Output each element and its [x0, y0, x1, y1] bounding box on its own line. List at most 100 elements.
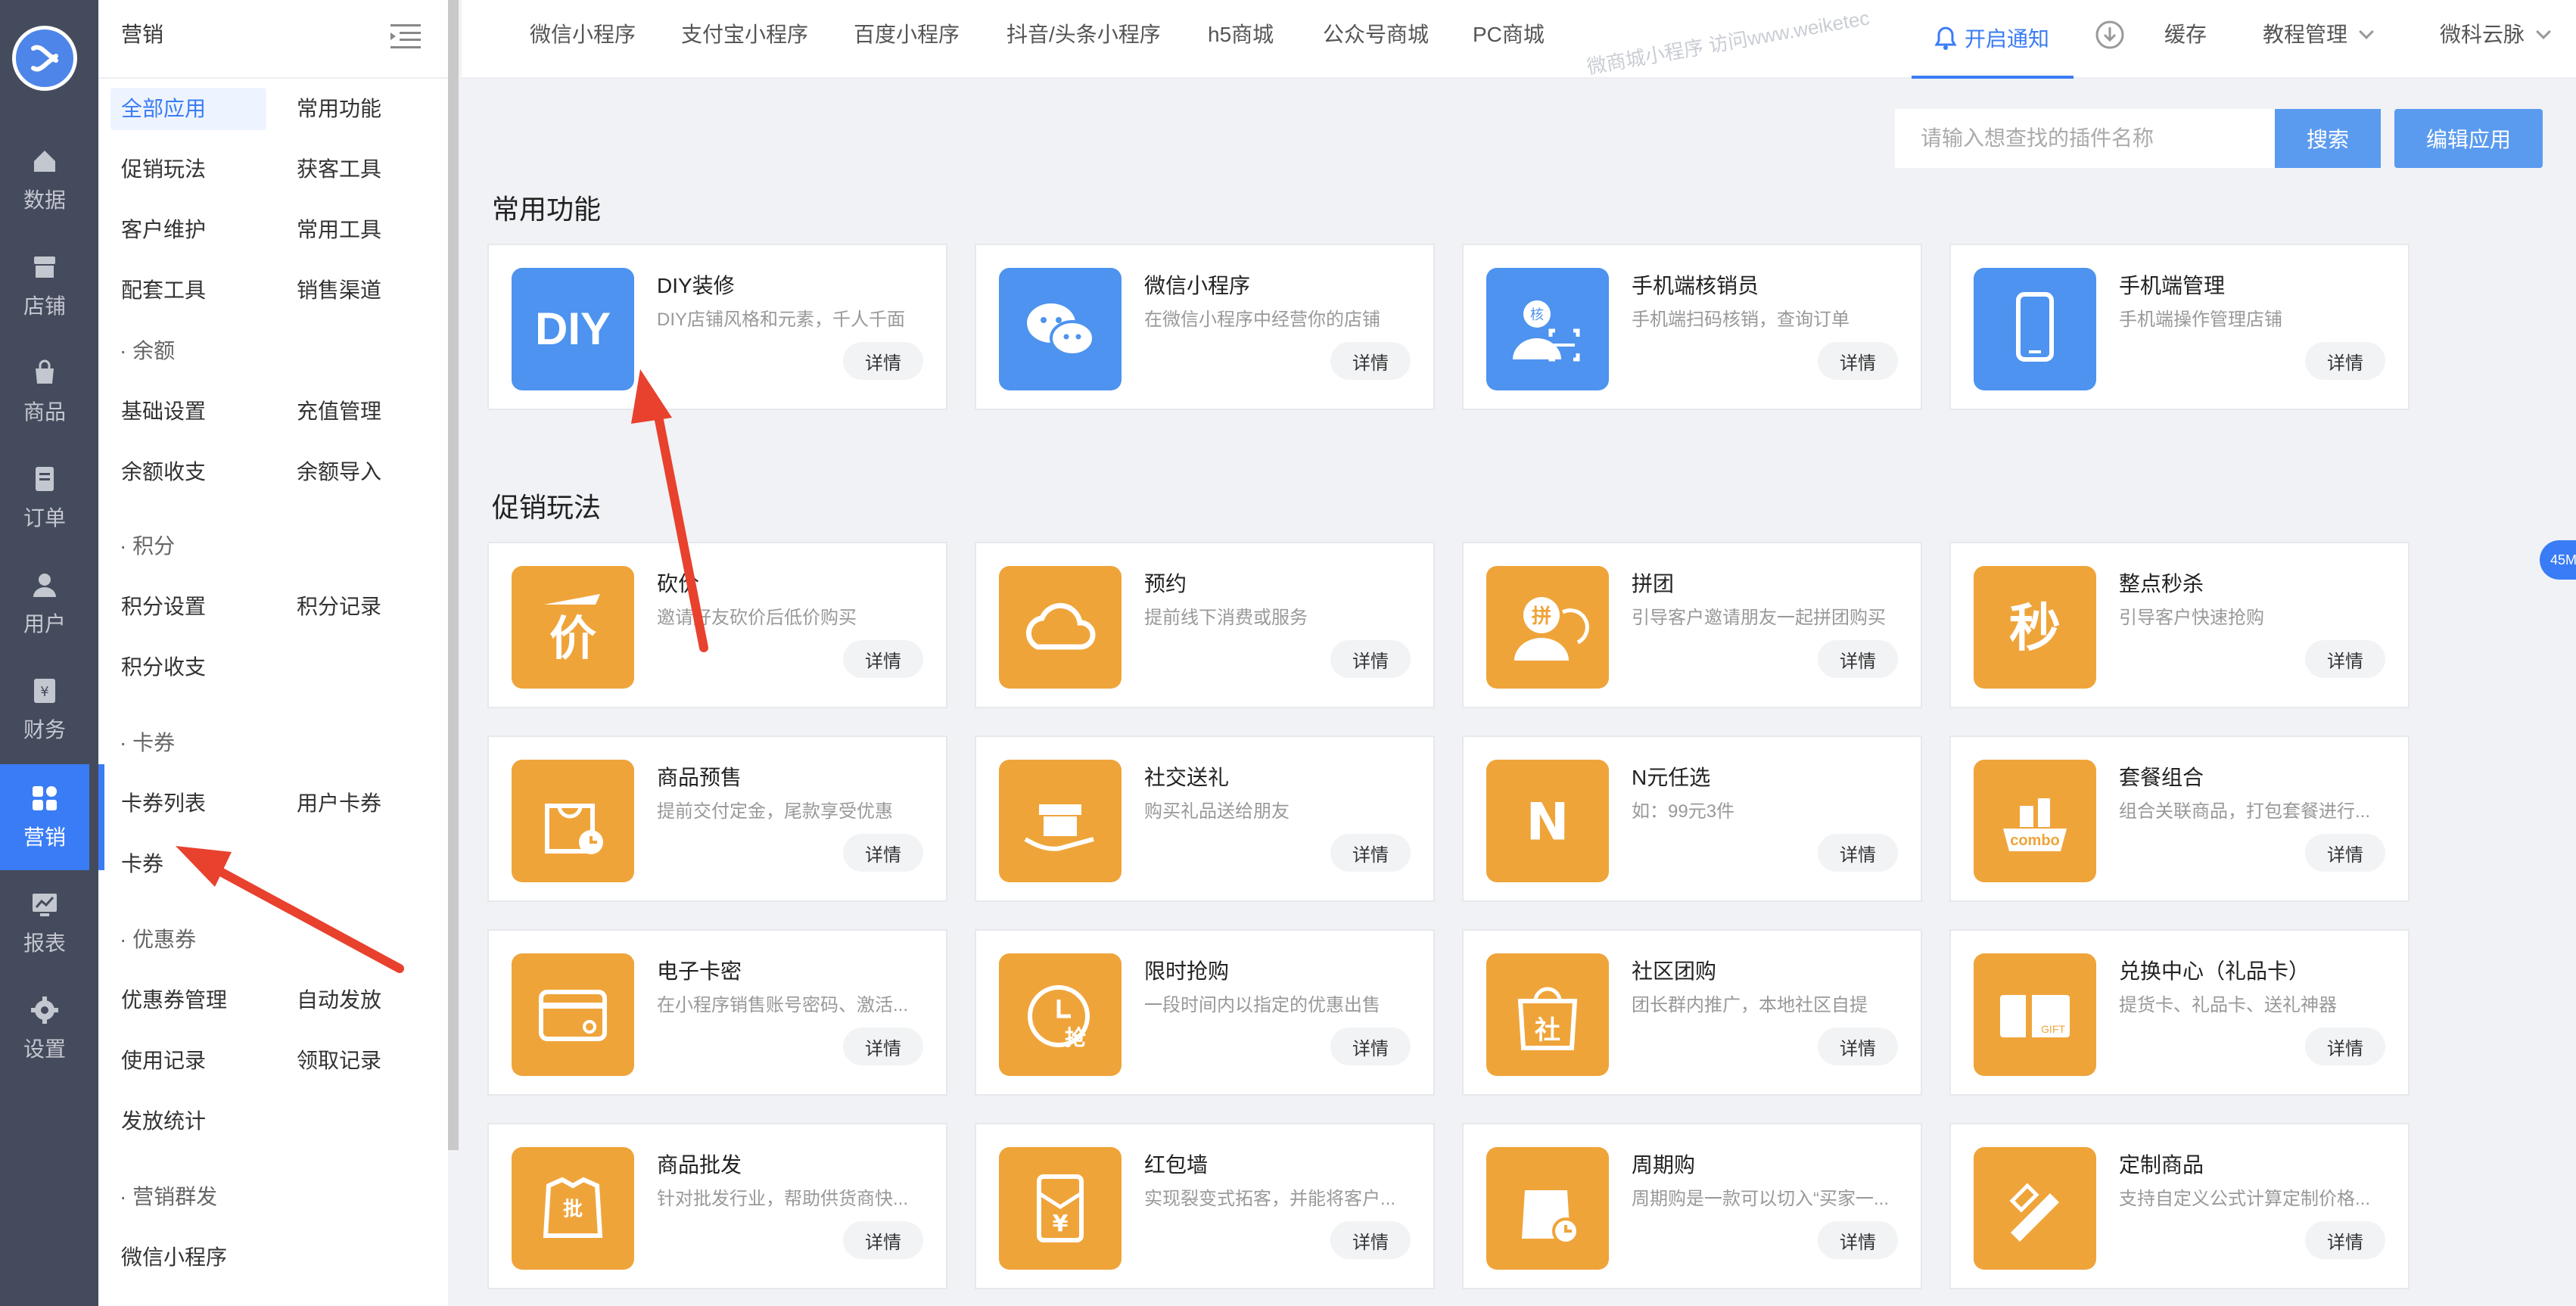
sidebar-item-all-apps[interactable]: 全部应用: [110, 88, 266, 130]
sidebar-item-recharge[interactable]: 充值管理: [286, 390, 392, 433]
sidebar-item-promo[interactable]: 促销玩法: [110, 148, 216, 191]
rail-item-marketing[interactable]: 营销: [0, 764, 89, 870]
detail-button[interactable]: 详情: [1818, 342, 1898, 380]
rail-item-goods[interactable]: 商品: [0, 339, 89, 445]
detail-button[interactable]: 详情: [1330, 640, 1411, 678]
app-card-phone-manage[interactable]: 手机端管理 手机端操作管理店铺 详情: [1949, 244, 2410, 410]
floating-badge[interactable]: 45M: [2540, 540, 2576, 580]
detail-button[interactable]: 详情: [1330, 342, 1411, 380]
app-card-promo[interactable]: 定制商品 支持自定义公式计算定制价格... 详情: [1949, 1123, 2410, 1289]
section-title-common: 常用功能: [492, 194, 602, 225]
sidebar-item-card-list[interactable]: 卡券列表: [110, 782, 216, 825]
svg-text:拼: 拼: [1532, 605, 1551, 628]
app-card-verify[interactable]: 核 手机端核销员 手机端扫码核销，查询订单 详情: [1462, 244, 1922, 410]
sidebar-item-auto-issue[interactable]: 自动发放: [286, 979, 392, 1021]
app-card-promo[interactable]: 预约 提前线下消费或服务 详情: [975, 542, 1435, 708]
detail-button[interactable]: 详情: [1330, 1028, 1411, 1065]
tab-official-account[interactable]: 公众号商城: [1323, 18, 1429, 48]
detail-button[interactable]: 详情: [2305, 1028, 2385, 1065]
detail-button[interactable]: 详情: [843, 342, 923, 380]
plugin-search-input[interactable]: [1895, 109, 2275, 168]
card-name: 限时抢购: [1144, 959, 1230, 983]
rail-item-finance[interactable]: ¥ 财务: [0, 657, 89, 763]
rail-item-order[interactable]: 订单: [0, 445, 89, 551]
app-card-promo[interactable]: N N元任选 如：99元3件 详情: [1462, 735, 1922, 902]
sidebar-item-balance-import[interactable]: 余额导入: [286, 451, 392, 493]
app-card-promo[interactable]: 社交送礼 购买礼品送给朋友 详情: [975, 735, 1435, 902]
app-card-promo[interactable]: 抢 限时抢购 一段时间内以指定的优惠出售 详情: [975, 929, 1435, 1096]
detail-button[interactable]: 详情: [2305, 1221, 2385, 1259]
detail-button[interactable]: 详情: [843, 834, 923, 872]
sidebar-item-claim-records[interactable]: 领取记录: [286, 1040, 392, 1082]
rail-item-report[interactable]: 报表: [0, 870, 89, 976]
detail-button[interactable]: 详情: [2305, 640, 2385, 678]
sidebar-item-coupon-manage[interactable]: 优惠券管理: [110, 979, 238, 1021]
detail-button[interactable]: 详情: [843, 1028, 923, 1065]
rail-item-data[interactable]: 数据: [0, 127, 89, 233]
tab-alipay-mini[interactable]: 支付宝小程序: [681, 18, 808, 48]
rail-item-store[interactable]: 店铺: [0, 233, 89, 339]
tab-douyin-mini[interactable]: 抖音/头条小程序: [1006, 18, 1161, 48]
sidebar-item-channel[interactable]: 销售渠道: [286, 269, 392, 312]
tutorial-menu[interactable]: 教程管理: [2263, 18, 2374, 48]
sidebar-item-usage-records[interactable]: 使用记录: [110, 1040, 216, 1082]
app-card-promo[interactable]: ¥ 红包墙 实现裂变式拓客，并能将客户... 详情: [975, 1123, 1435, 1289]
search-button[interactable]: 搜索: [2275, 109, 2381, 168]
tab-pc[interactable]: PC商城: [1473, 18, 1545, 48]
app-card-promo[interactable]: 电子卡密 在小程序销售账号密码、激活... 详情: [487, 929, 947, 1096]
app-card-promo[interactable]: 周期购 周期购是一款可以切入“买家一... 详情: [1462, 1123, 1922, 1289]
detail-button[interactable]: 详情: [1818, 834, 1898, 872]
app-card-diy[interactable]: DIY DIY装修 DIY店铺风格和元素，千人千面 详情: [487, 244, 947, 410]
sidebar-item-common[interactable]: 常用功能: [286, 88, 392, 130]
sidebar-item-user-cards[interactable]: 用户卡券: [286, 782, 392, 825]
tab-h5[interactable]: h5商城: [1208, 18, 1274, 48]
sidebar-item-balance-flow[interactable]: 余额收支: [110, 451, 216, 493]
sidebar-item-basic-settings[interactable]: 基础设置: [110, 390, 216, 433]
sidebar-scrollbar[interactable]: [448, 0, 459, 1150]
card-desc: 引导客户快速抢购: [2119, 608, 2264, 628]
card-desc: 组合关联商品，打包套餐进行...: [2119, 801, 2371, 822]
cache-link[interactable]: 缓存: [2164, 18, 2207, 48]
detail-button[interactable]: 详情: [1818, 1221, 1898, 1259]
sidebar-item-wechat-mini[interactable]: 微信小程序: [110, 1236, 238, 1279]
detail-button[interactable]: 详情: [1818, 1028, 1898, 1065]
sidebar-item-tools[interactable]: 常用工具: [286, 209, 392, 251]
sidebar-item-acquire[interactable]: 获客工具: [286, 148, 392, 191]
community-icon: 社: [1486, 953, 1609, 1076]
app-card-promo[interactable]: 社 社区团购 团长群内推广，本地社区自提 详情: [1462, 929, 1922, 1096]
app-card-promo[interactable]: 秒 整点秒杀 引导客户快速抢购 详情: [1949, 542, 2410, 708]
download-icon[interactable]: [2095, 20, 2125, 50]
detail-button[interactable]: 详情: [843, 1221, 923, 1259]
sidebar-item-card-other[interactable]: 卡券: [110, 843, 174, 885]
sidebar-item-customer[interactable]: 客户维护: [110, 209, 216, 251]
sidebar-item-support[interactable]: 配套工具: [110, 269, 216, 312]
sidebar-item-points-flow[interactable]: 积分收支: [110, 646, 216, 689]
app-card-wechat-mini[interactable]: 微信小程序 在微信小程序中经营你的店铺 详情: [975, 244, 1435, 410]
detail-button[interactable]: 详情: [1330, 834, 1411, 872]
edit-apps-button[interactable]: 编辑应用: [2394, 109, 2543, 168]
app-card-promo[interactable]: 批 商品批发 针对批发行业，帮助供货商快... 详情: [487, 1123, 947, 1289]
gift-card-icon: GIFT: [1974, 953, 2096, 1076]
detail-button[interactable]: 详情: [1818, 640, 1898, 678]
app-card-promo[interactable]: 商品预售 提前交付定金，尾款享受优惠 详情: [487, 735, 947, 902]
account-label: 微科云脉: [2440, 23, 2525, 46]
sidebar-item-points-records[interactable]: 积分记录: [286, 586, 392, 628]
sidebar-item-points-settings[interactable]: 积分设置: [110, 586, 216, 628]
detail-button[interactable]: 详情: [2305, 342, 2385, 380]
tab-wechat-mini[interactable]: 微信小程序: [530, 18, 636, 48]
rail-item-settings[interactable]: 设置: [0, 976, 89, 1082]
logo[interactable]: [12, 26, 77, 91]
collapse-menu-icon[interactable]: [390, 23, 421, 50]
account-menu[interactable]: 微科云脉: [2440, 18, 2551, 48]
detail-button[interactable]: 详情: [2305, 834, 2385, 872]
notify-button[interactable]: 开启通知: [1912, 0, 2074, 79]
sidebar-item-issue-stats[interactable]: 发放统计: [110, 1100, 216, 1143]
rail-item-user[interactable]: 用户: [0, 551, 89, 657]
app-card-promo[interactable]: GIFT 兑换中心（礼品卡） 提货卡、礼品卡、送礼神器 详情: [1949, 929, 2410, 1096]
detail-button[interactable]: 详情: [1330, 1221, 1411, 1259]
tab-baidu-mini[interactable]: 百度小程序: [854, 18, 960, 48]
app-card-promo[interactable]: 价 砍价 邀请好友砍价后低价购买 详情: [487, 542, 947, 708]
app-card-promo[interactable]: 拼 拼团 引导客户邀请朋友一起拼团购买 详情: [1462, 542, 1922, 708]
detail-button[interactable]: 详情: [843, 640, 923, 678]
app-card-promo[interactable]: combo 套餐组合 组合关联商品，打包套餐进行... 详情: [1949, 735, 2410, 902]
